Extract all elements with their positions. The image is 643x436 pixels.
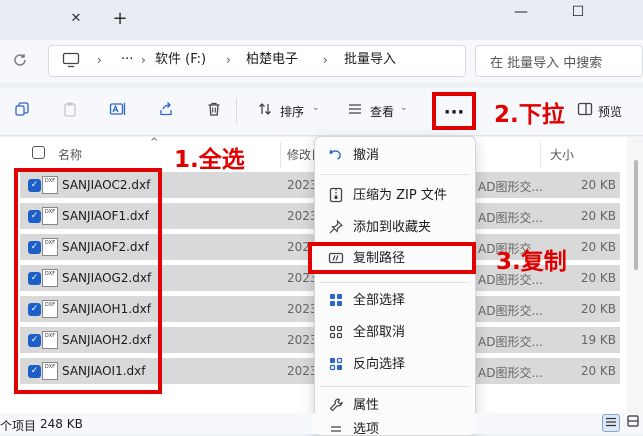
context-menu xyxy=(314,136,476,436)
file-modified: 2023 xyxy=(287,178,318,192)
select-none-icon xyxy=(327,324,345,342)
menu-item-add-favorites[interactable]: 添加到收藏夹 xyxy=(353,219,431,237)
view-lines-icon[interactable] xyxy=(345,101,365,121)
annotation-step1: 1.全选 xyxy=(174,147,245,173)
sort-chevron-down-icon[interactable]: ⌄ xyxy=(312,103,320,113)
toolbar-divider xyxy=(236,98,237,124)
file-size: 20 KB xyxy=(580,364,616,378)
breadcrumb-current[interactable]: 批量导入 xyxy=(344,51,396,69)
file-size: 20 KB xyxy=(580,178,616,192)
invert-selection-icon xyxy=(327,356,345,374)
menu-item-invert-selection[interactable]: 反向选择 xyxy=(353,356,405,374)
more-options-button[interactable]: ··· xyxy=(432,92,476,130)
delete-icon[interactable] xyxy=(204,101,224,121)
monitor-icon[interactable] xyxy=(62,52,80,68)
file-type: AD图形交... xyxy=(478,335,543,349)
breadcrumb-ellipsis[interactable]: ··· xyxy=(121,51,133,69)
breadcrumb-drive[interactable]: 软件 (F:) xyxy=(155,51,206,69)
menu-item-compress-zip[interactable]: 压缩为 ZIP 文件 xyxy=(353,187,447,205)
file-size: 20 KB xyxy=(580,209,616,223)
annotation-step2: 2.下拉 xyxy=(494,102,565,128)
file-modified: 2023 xyxy=(287,333,318,347)
file-modified: 2023 xyxy=(287,364,318,378)
context-menu-overflow: 选项 xyxy=(312,414,476,434)
undo-icon xyxy=(327,147,345,165)
selected-size-text: 248 KB xyxy=(40,417,83,431)
file-type: AD图形交... xyxy=(478,180,543,194)
new-copy-icon[interactable] xyxy=(12,101,32,121)
breadcrumb-folder[interactable]: 柏楚电子 xyxy=(246,51,298,69)
close-tab-icon[interactable]: ✕ xyxy=(66,9,86,29)
rename-icon[interactable] xyxy=(108,101,128,121)
details-view-icon[interactable] xyxy=(602,414,620,432)
file-size: 20 KB xyxy=(580,302,616,316)
scrollbar-thumb[interactable] xyxy=(634,160,638,270)
menu-item-select-all[interactable]: 全部选择 xyxy=(353,292,405,310)
menu-item-undo[interactable]: 撤消 xyxy=(353,147,379,165)
annotation-step3: 3.复制 xyxy=(496,249,567,275)
options-icon xyxy=(327,421,345,434)
select-all-icon xyxy=(327,292,345,310)
tiles-view-icon[interactable] xyxy=(624,414,642,432)
view-button[interactable]: 查看 xyxy=(370,103,394,120)
copy-path-icon xyxy=(327,250,345,268)
zip-icon xyxy=(327,187,345,205)
minimize-icon[interactable]: — xyxy=(506,2,536,22)
share-icon[interactable] xyxy=(156,101,176,121)
file-size: 19 KB xyxy=(580,333,616,347)
select-all-checkbox[interactable] xyxy=(32,146,45,159)
menu-item-options[interactable]: 选项 xyxy=(353,421,379,434)
menu-item-select-none[interactable]: 全部取消 xyxy=(353,324,405,342)
breadcrumb-chevron-icon[interactable]: › xyxy=(141,51,146,69)
item-count-text: 个项目 xyxy=(0,419,37,433)
file-modified: 2023 xyxy=(287,302,318,316)
file-type: AD图形交... xyxy=(478,366,543,380)
sort-button[interactable]: 排序 xyxy=(280,103,304,120)
breadcrumb-chevron-icon[interactable]: › xyxy=(97,51,102,69)
new-tab-icon[interactable]: + xyxy=(110,9,130,29)
menu-separator xyxy=(320,282,470,283)
breadcrumb-chevron-icon[interactable]: › xyxy=(323,51,328,69)
menu-item-copy-path[interactable]: 复制路径 xyxy=(353,250,405,268)
search-input[interactable]: 在 批量导入 中搜索 xyxy=(475,45,643,77)
column-header-name[interactable]: 名称 xyxy=(58,146,82,163)
sort-ascending-icon: ^ xyxy=(150,137,159,148)
breadcrumb-chevron-icon[interactable]: › xyxy=(226,51,231,69)
menu-separator xyxy=(320,386,470,387)
file-modified: 2023 xyxy=(287,209,318,223)
column-header-size[interactable]: 大小 xyxy=(550,146,574,163)
sort-icon[interactable] xyxy=(255,101,275,121)
column-divider[interactable] xyxy=(280,142,281,168)
preview-button[interactable]: 预览 xyxy=(598,103,622,120)
pin-icon xyxy=(327,219,345,237)
file-type: AD图形交... xyxy=(478,211,543,225)
maximize-icon[interactable]: ☐ xyxy=(563,2,593,22)
view-chevron-down-icon[interactable]: ⌄ xyxy=(400,103,408,113)
refresh-icon[interactable] xyxy=(10,52,30,72)
preview-pane-icon[interactable] xyxy=(575,101,595,121)
paste-icon[interactable] xyxy=(60,101,80,121)
title-bar xyxy=(0,0,643,40)
column-divider[interactable] xyxy=(540,142,541,168)
selection-highlight-box xyxy=(14,168,162,394)
file-type: AD图形交... xyxy=(478,304,543,318)
menu-separator xyxy=(320,174,470,175)
search-placeholder: 在 批量导入 中搜索 xyxy=(490,56,603,71)
